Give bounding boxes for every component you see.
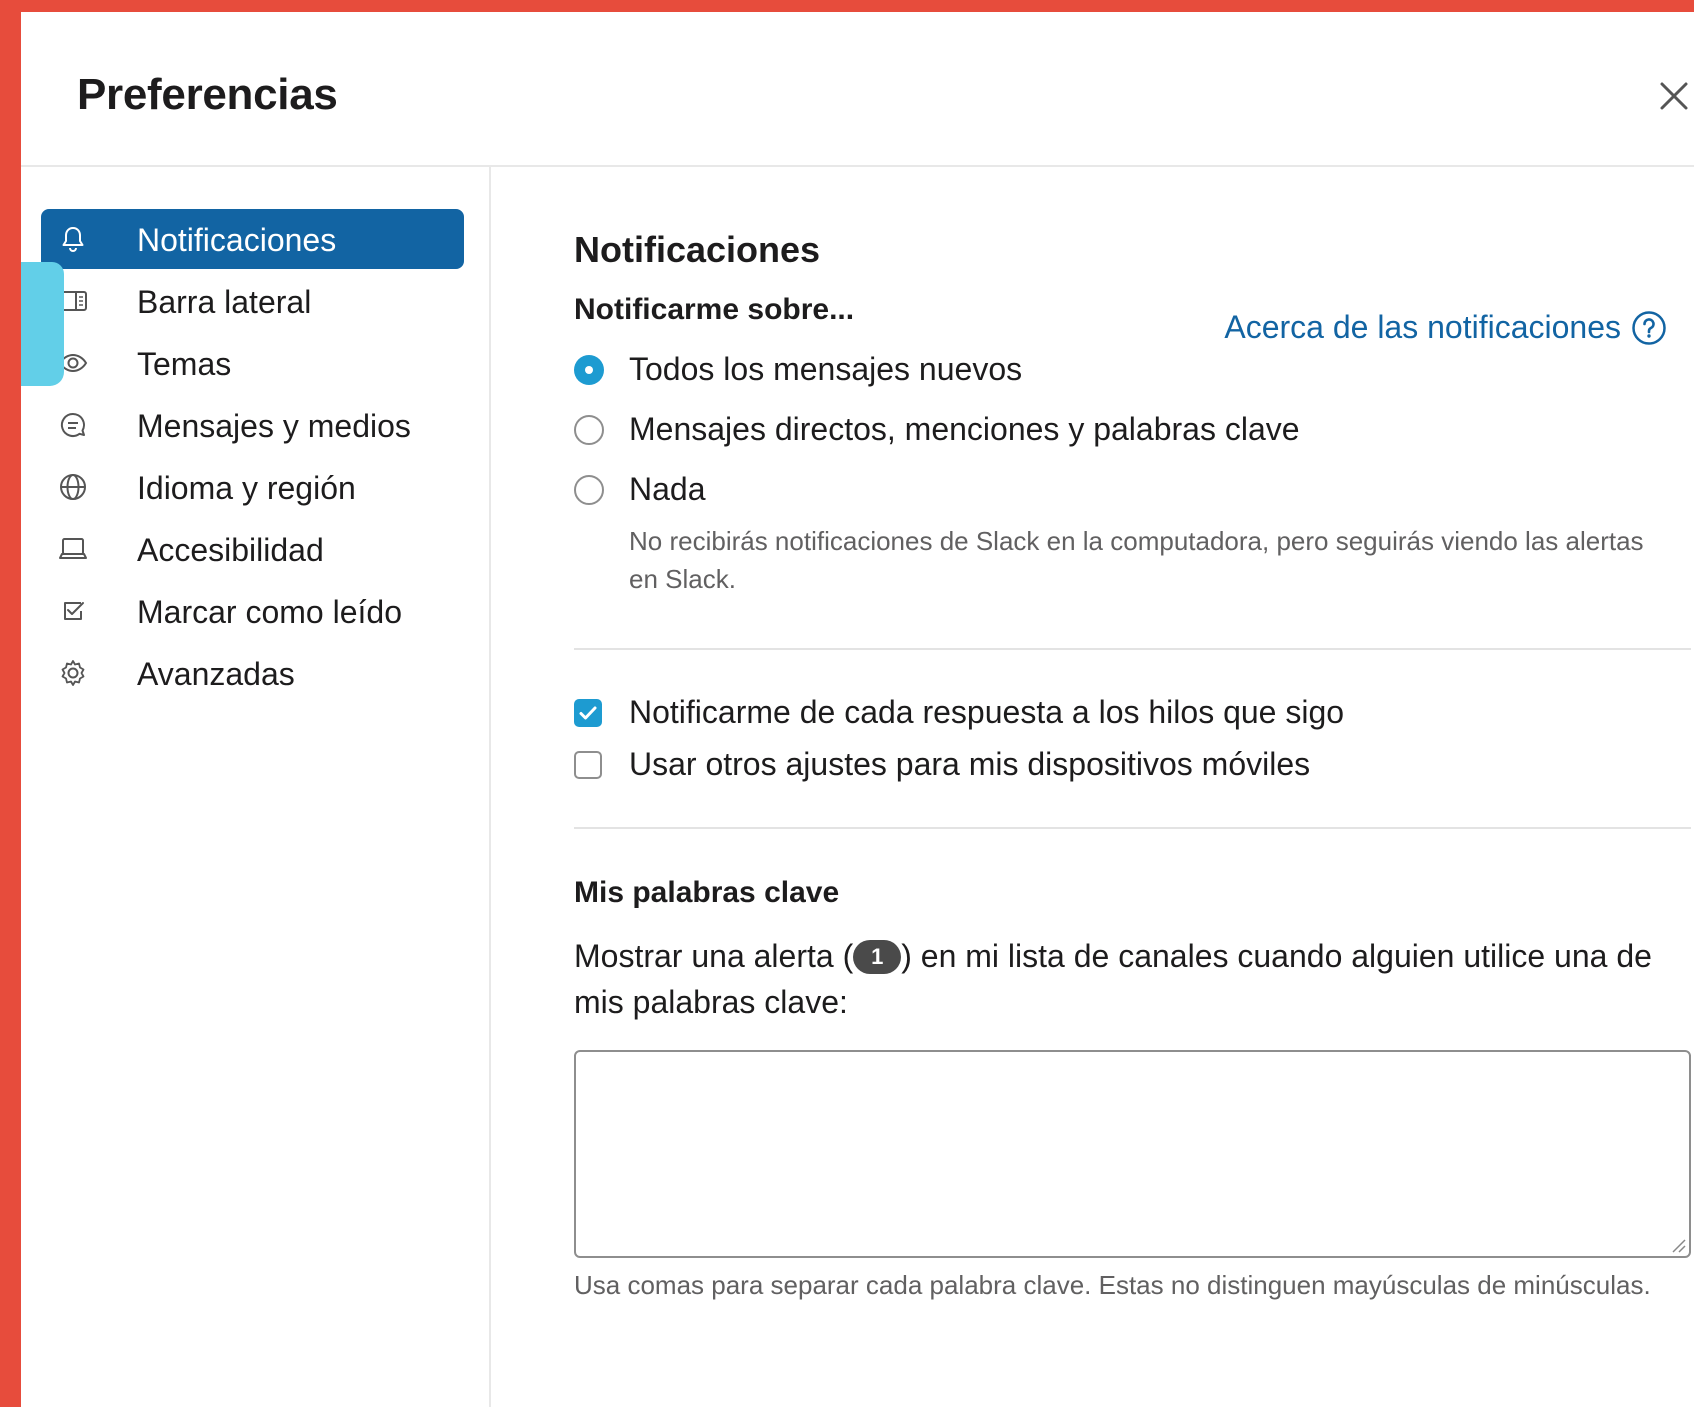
dialog-header: Preferencias [21,12,1694,167]
globe-icon [60,474,86,500]
radio-button[interactable] [574,415,604,445]
checkmark-icon [579,706,597,720]
nothing-helper-text: No recibirás notificaciones de Slack en … [629,526,1644,594]
sidebar-item-label: Marcar como leído [137,594,402,630]
keywords-hint: Usa comas para separar cada palabra clav… [574,1270,1651,1300]
help-icon [1632,310,1666,345]
bell-icon [62,227,84,252]
count-badge: 1 [853,940,902,974]
sidebar-item-temas[interactable]: Temas [41,333,464,393]
divider [574,827,1691,829]
frame-border-left [0,0,21,1407]
message-icon [60,412,85,437]
checkbox-label: Notificarme de cada respuesta a los hilo… [629,694,1345,730]
radio-label: Nada [629,471,706,507]
sidebar-item-label: Barra lateral [137,284,312,320]
sidebar-item-marcar-leido[interactable]: Marcar como leído [41,581,464,641]
keywords-textarea[interactable] [574,1050,1691,1258]
sidebar-item-mensajes-medios[interactable]: Mensajes y medios [41,395,464,455]
keywords-description: Mostrar una alerta (1) en mi lista de ca… [574,933,1684,1025]
notifications-panel: Notificaciones Notificarme sobre... Acer… [491,167,1694,1407]
keywords-heading: Mis palabras clave [574,876,840,909]
sidebar-item-avanzadas[interactable]: Avanzadas [41,643,464,703]
radio-label: Todos los mensajes nuevos [629,351,1023,387]
checkbox[interactable] [574,751,602,779]
gear-icon [61,660,85,686]
notify-heading: Notificarme sobre... [574,293,855,326]
resize-handle-icon[interactable] [1667,1234,1687,1254]
about-notifications-link[interactable]: Acerca de las notificaciones [1224,309,1667,346]
checkbox-checked[interactable] [574,699,602,727]
sidebar-item-barra-lateral[interactable]: Barra lateral [41,271,464,331]
preferences-sidebar: Notificaciones Barra lateral Temas Mensa… [21,167,491,1407]
radio-button-selected[interactable] [574,355,604,385]
checkbox-label: Usar otros ajustes para mis dispositivos… [629,746,1311,782]
sidebar-item-label: Mensajes y medios [137,408,411,444]
radio-label: Mensajes directos, menciones y palabras … [629,411,1300,447]
sidebar-item-label: Temas [137,346,232,382]
sidebar-item-idioma-region[interactable]: Idioma y región [41,457,464,517]
sidebar-item-label: Accesibilidad [137,532,324,568]
highlight-marker [21,262,64,386]
sidebar-item-label: Avanzadas [137,656,295,692]
section-title: Notificaciones [574,229,821,270]
divider [574,648,1691,650]
laptop-icon [59,538,87,559]
keywords-description-text: Mostrar una alerta ( [574,938,854,974]
sidebar-item-notificaciones[interactable]: Notificaciones [41,209,464,269]
sidebar-item-accesibilidad[interactable]: Accesibilidad [41,519,464,579]
check-square-icon [64,602,84,620]
close-button[interactable] [1654,76,1694,116]
close-icon [1660,82,1688,110]
radio-button[interactable] [574,475,604,505]
preferences-dialog: Preferencias Notificaciones Barra latera… [21,12,1694,1407]
frame-border-top [0,0,1694,12]
dialog-title: Preferencias [77,70,338,119]
about-notifications-label: Acerca de las notificaciones [1224,309,1621,345]
sidebar-item-label: Idioma y región [137,470,356,506]
sidebar-item-label: Notificaciones [137,222,337,258]
